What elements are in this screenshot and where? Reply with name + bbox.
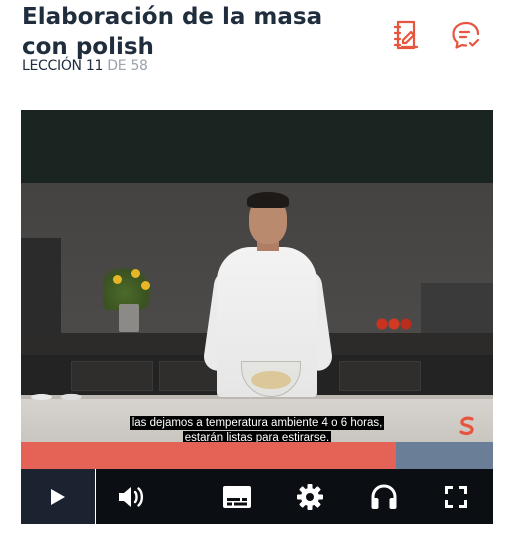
flower (131, 269, 140, 278)
cabinet-door (339, 361, 421, 391)
play-icon (51, 488, 65, 505)
flower (113, 275, 122, 284)
chat-bubble-icon (452, 21, 480, 49)
brand-logo-icon (459, 416, 474, 436)
progress-bar[interactable] (21, 442, 493, 469)
lesson-current-number: 11 (85, 58, 104, 74)
progress-bar-fill (21, 442, 397, 469)
lesson-progress-label: LECCIÓN 11 DE 58 (22, 58, 148, 74)
video-frame[interactable] (21, 183, 493, 442)
lesson-label: LECCIÓN (22, 58, 82, 74)
fullscreen-icon (445, 485, 467, 508)
lesson-total-number: 58 (130, 58, 148, 74)
lesson-title: Elaboración de la masa con polish (22, 4, 323, 60)
kitchen-appliance-left (21, 238, 61, 338)
settings-button[interactable] (293, 469, 327, 524)
subtitles-button[interactable] (217, 469, 257, 524)
subtitles-icon (223, 485, 251, 508)
notes-button[interactable] (389, 18, 423, 52)
flower (141, 281, 150, 290)
volume-button[interactable] (115, 469, 149, 524)
comments-button[interactable] (449, 18, 483, 52)
audio-button[interactable] (367, 469, 401, 524)
plant-vase (119, 304, 139, 332)
dough (251, 371, 291, 389)
tomatoes (374, 317, 414, 331)
video-letterbox (21, 110, 493, 183)
play-button[interactable] (21, 469, 96, 524)
gear-icon (297, 483, 323, 510)
glass-bowls (25, 383, 91, 403)
lesson-of-label: DE (107, 58, 127, 74)
fullscreen-button[interactable] (439, 469, 473, 524)
control-bar (21, 469, 493, 524)
chef-hair (247, 192, 289, 208)
notebook-edit-icon (393, 20, 419, 50)
video-player[interactable]: las dejamos a temperatura ambiente 4 o 6… (21, 110, 493, 524)
subtitle-box: las dejamos a temperatura ambiente 4 o 6… (21, 413, 493, 445)
volume-icon (119, 486, 144, 507)
headphones-icon (371, 483, 397, 509)
